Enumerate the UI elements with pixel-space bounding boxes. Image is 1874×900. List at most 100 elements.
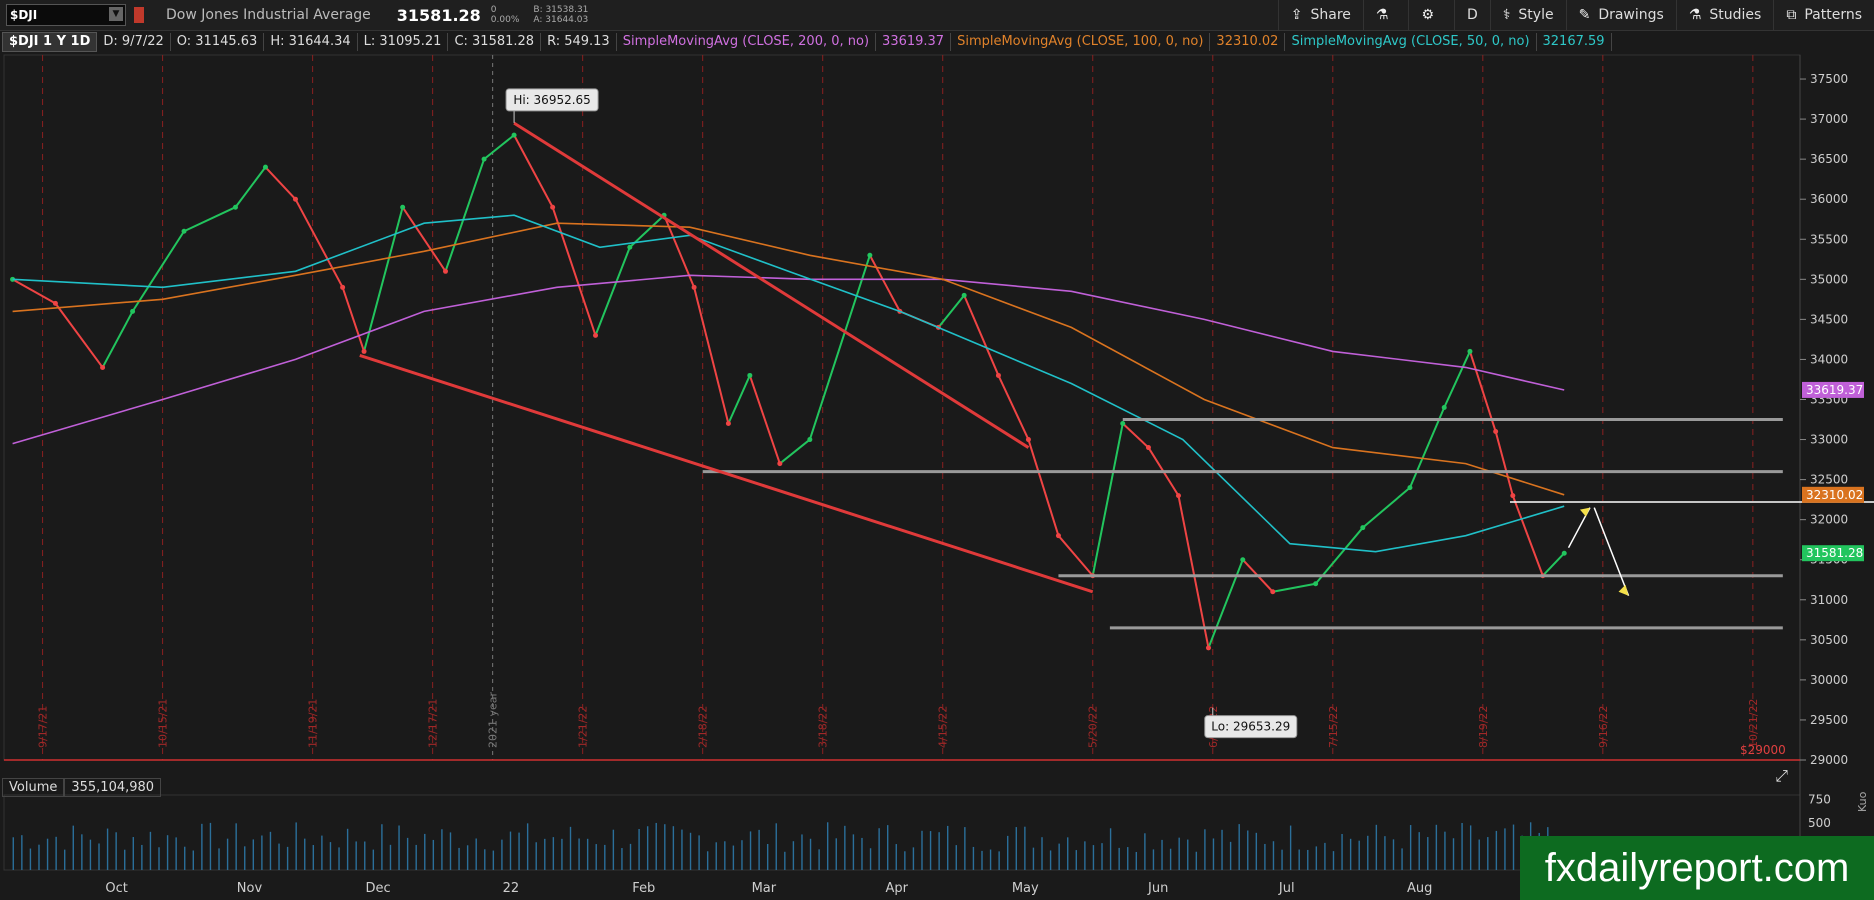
volume-bar bbox=[775, 823, 777, 870]
volume-bar bbox=[886, 825, 889, 870]
vertical-date-label: 8/19/22 bbox=[1477, 706, 1490, 748]
volume-bar bbox=[655, 822, 657, 870]
volume-bar bbox=[715, 842, 717, 870]
volume-bar bbox=[64, 849, 66, 870]
watermark-logo: fxdailyreport.com bbox=[1520, 836, 1874, 900]
price-point bbox=[400, 204, 406, 210]
volume-bar bbox=[415, 844, 417, 870]
year-label: 2021 year bbox=[487, 691, 500, 748]
volume-bar bbox=[784, 851, 786, 870]
volume-bar bbox=[706, 851, 709, 870]
price-point bbox=[292, 196, 298, 202]
volume-bar bbox=[1101, 843, 1103, 870]
price-point bbox=[725, 421, 731, 427]
vertical-date-label: 9/16/22 bbox=[1597, 706, 1610, 748]
volume-bar bbox=[132, 837, 134, 870]
price-point bbox=[262, 164, 268, 170]
volume-bar bbox=[732, 845, 735, 870]
volume-value: 355,104,980 bbox=[64, 778, 162, 797]
volume-bar bbox=[878, 828, 880, 870]
volume-bar bbox=[595, 844, 597, 870]
x-tick-label: Feb bbox=[632, 881, 655, 896]
volume-bar bbox=[235, 823, 237, 870]
price-point bbox=[1145, 445, 1151, 451]
volume-bar bbox=[1229, 841, 1232, 870]
volume-bar bbox=[398, 825, 400, 870]
volume-bar bbox=[1178, 837, 1180, 870]
volume-bar bbox=[1187, 839, 1189, 870]
volume-bar bbox=[218, 848, 220, 870]
y-tick-label: 33000 bbox=[1810, 433, 1848, 447]
y-tick-label: 36000 bbox=[1810, 192, 1848, 206]
volume-bar bbox=[252, 839, 255, 870]
price-point bbox=[550, 204, 556, 210]
collapse-icon: ⤢ bbox=[1775, 766, 1788, 785]
y-tick-label: 29500 bbox=[1810, 713, 1848, 727]
vertical-date-label: 7/15/22 bbox=[1327, 706, 1340, 748]
price-chart[interactable]: 9/17/21 10/15/21 11/19/21 12/17/21 1/21/22 2/… bbox=[0, 0, 1874, 900]
price-point bbox=[691, 284, 697, 290]
volume-bar bbox=[1221, 829, 1223, 870]
volume-bar bbox=[1341, 833, 1343, 870]
price-tag-label: 33619.37 bbox=[1806, 383, 1863, 397]
volume-bar bbox=[698, 835, 700, 870]
time-axis: OctNovDec22FebMarAprMayJunJulAugSep bbox=[105, 881, 1564, 896]
volume-bar bbox=[869, 848, 872, 870]
y-tick-label: 37500 bbox=[1810, 72, 1848, 86]
volume-bar bbox=[1152, 849, 1155, 870]
volume-bar bbox=[561, 838, 563, 870]
volume-bar bbox=[629, 843, 632, 870]
price-point bbox=[1240, 557, 1246, 563]
volume-bar bbox=[312, 845, 315, 870]
volume-bar bbox=[801, 834, 803, 870]
volume-bar bbox=[989, 849, 992, 870]
volume-bar bbox=[578, 838, 580, 870]
volume-bar bbox=[338, 847, 340, 870]
volume-bar bbox=[406, 837, 409, 870]
volume-bar bbox=[158, 847, 160, 870]
volume-bar bbox=[192, 850, 195, 870]
volume-bar bbox=[1332, 851, 1335, 870]
price-point bbox=[181, 228, 187, 234]
vertical-date-label: 3/18/22 bbox=[817, 706, 830, 748]
volume-bar bbox=[964, 827, 966, 870]
y-tick-label: 30500 bbox=[1810, 633, 1848, 647]
volume-bar bbox=[518, 832, 520, 870]
price-point bbox=[1510, 493, 1516, 499]
vertical-date-label: 10/15/21 bbox=[157, 699, 170, 748]
vertical-date-label: 2/18/22 bbox=[697, 706, 710, 748]
price-point bbox=[1441, 405, 1447, 410]
volume-bar bbox=[1367, 835, 1369, 870]
y-tick-label: 34000 bbox=[1810, 352, 1848, 366]
volume-bar bbox=[346, 828, 349, 870]
volume-bar bbox=[681, 829, 683, 870]
volume-bar bbox=[329, 842, 332, 870]
volume-bar bbox=[389, 844, 392, 870]
volume-bar bbox=[304, 838, 306, 870]
volume-bar bbox=[1504, 828, 1506, 870]
volume-bar bbox=[724, 841, 726, 870]
vertical-date-label: 4/15/22 bbox=[937, 706, 950, 748]
volume-bar bbox=[947, 825, 949, 870]
price-point bbox=[961, 292, 967, 298]
volume-bar bbox=[1349, 838, 1352, 870]
x-tick-label: Jul bbox=[1278, 881, 1295, 896]
volume-bar bbox=[1384, 836, 1386, 870]
price-point bbox=[1175, 493, 1181, 499]
price-point bbox=[1467, 348, 1473, 354]
volume-bar bbox=[526, 823, 529, 870]
volume-bar bbox=[1049, 850, 1052, 870]
volume-bar bbox=[115, 832, 117, 870]
volume-header: Volume 355,104,980 bbox=[2, 778, 162, 797]
volume-bar bbox=[38, 844, 40, 870]
volume-bar bbox=[209, 822, 212, 870]
price-point bbox=[1120, 421, 1126, 427]
volume-bar bbox=[741, 840, 743, 870]
volume-bar bbox=[21, 835, 23, 870]
volume-bar bbox=[689, 832, 692, 870]
volume-bar bbox=[124, 849, 126, 870]
volume-bar bbox=[535, 842, 537, 870]
volume-bar bbox=[1289, 825, 1292, 870]
volume-bar bbox=[1358, 840, 1360, 870]
vertical-date-label: 1/21/22 bbox=[577, 706, 590, 748]
